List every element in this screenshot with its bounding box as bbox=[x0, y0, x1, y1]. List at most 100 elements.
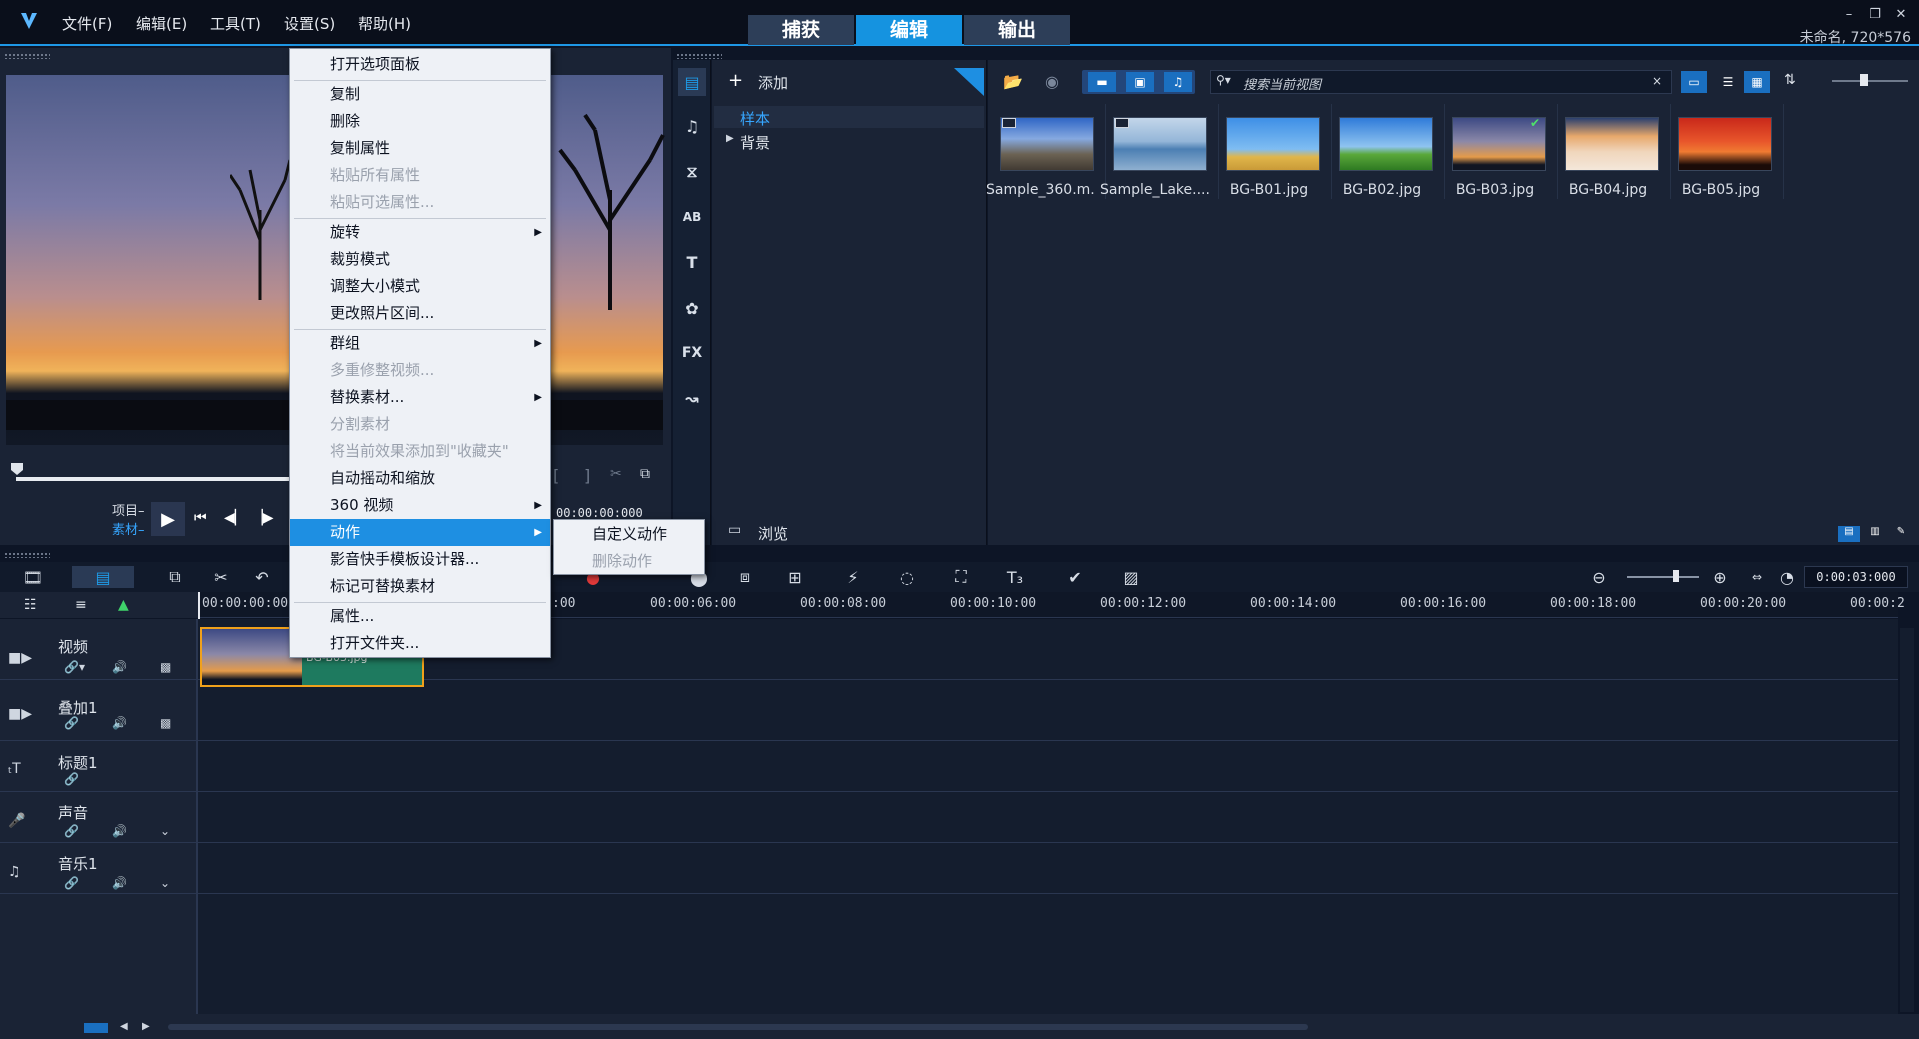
import-folder-icon[interactable]: 📂 bbox=[1003, 72, 1023, 91]
split-clip-icon[interactable]: ✂ bbox=[610, 466, 622, 482]
ctx-auto-pan-zoom[interactable]: 自动摇动和缩放 bbox=[290, 465, 550, 492]
ctx-change-photo-duration[interactable]: 更改照片区间... bbox=[290, 300, 550, 327]
add-folder-button[interactable]: 添加 bbox=[758, 72, 788, 93]
timeline-view-icon[interactable]: ▤ bbox=[72, 566, 134, 588]
ctx-template-designer[interactable]: 影音快手模板设计器... bbox=[290, 546, 550, 573]
sub-custom-motion[interactable]: 自定义动作 bbox=[554, 521, 704, 548]
capture-icon[interactable]: ◉ bbox=[1045, 72, 1059, 91]
menu-tools[interactable]: 工具(T) bbox=[210, 13, 261, 34]
ctx-resize-mode[interactable]: 调整大小模式 bbox=[290, 273, 550, 300]
prev-frame-icon[interactable]: ◀▏ bbox=[224, 510, 246, 526]
list-view-icon[interactable]: ☰ bbox=[1715, 71, 1741, 93]
ripple-link-icon-2[interactable]: 🔗 bbox=[64, 716, 79, 730]
thumb-size-slider[interactable] bbox=[1832, 80, 1908, 82]
scroll-left-icon[interactable]: ◀ bbox=[120, 1021, 128, 1032]
instant-project-icon[interactable]: ♫ bbox=[678, 112, 706, 140]
fx-icon[interactable]: FX bbox=[678, 339, 706, 367]
ripple-link-icon[interactable]: 🔗▾ bbox=[64, 660, 85, 674]
motion-track-icon[interactable]: ⚡ bbox=[840, 566, 866, 588]
play-button[interactable]: ▶ bbox=[151, 502, 185, 536]
layout-icon[interactable]: ▥ bbox=[1864, 526, 1886, 542]
go-start-icon[interactable]: ⏮ bbox=[194, 510, 207, 526]
mosaic-icon-2[interactable]: ▩ bbox=[160, 716, 171, 730]
scroll-indicator-icon[interactable] bbox=[84, 1023, 108, 1033]
track-manager-icon[interactable]: ☷ bbox=[24, 597, 37, 613]
scrubber-handle-icon[interactable] bbox=[10, 461, 24, 475]
browse-icon[interactable]: ▭ bbox=[728, 522, 741, 538]
chapter-icon[interactable]: ≡ bbox=[75, 597, 87, 613]
clip-label[interactable]: 素材 bbox=[112, 523, 138, 538]
subtitle-icon[interactable]: ⧈ bbox=[732, 566, 758, 588]
mark-out-icon[interactable]: ] bbox=[584, 466, 590, 485]
ripple-link-icon-3[interactable]: 🔗 bbox=[64, 772, 79, 786]
expand-arrow-icon[interactable]: ▶ bbox=[726, 133, 734, 144]
mask-icon[interactable]: ◌ bbox=[894, 566, 920, 588]
transition-icon[interactable]: ⧖ bbox=[678, 158, 706, 186]
ctx-motion[interactable]: 动作 ▶ bbox=[290, 519, 550, 546]
thumb-bg-b02[interactable] bbox=[1339, 117, 1433, 171]
add-marker-icon[interactable]: ▲ bbox=[118, 597, 129, 613]
ripple-link-icon-5[interactable]: 🔗 bbox=[64, 876, 79, 890]
timeline-grip[interactable] bbox=[4, 552, 50, 558]
library-grip[interactable] bbox=[676, 53, 722, 59]
split-screen-icon[interactable]: ▨ bbox=[1118, 566, 1144, 588]
fit-project-icon[interactable]: ⇔ bbox=[1744, 566, 1770, 588]
folder-item-backgrounds[interactable]: 背景 bbox=[740, 132, 770, 153]
menu-help[interactable]: 帮助(H) bbox=[358, 13, 411, 34]
thumb-bg-b05[interactable] bbox=[1678, 117, 1772, 171]
mark-in-icon[interactable]: [ bbox=[553, 466, 559, 485]
zoom-out-icon[interactable]: ⊖ bbox=[1586, 566, 1612, 588]
menu-edit[interactable]: 编辑(E) bbox=[136, 13, 187, 34]
tab-share[interactable]: 输出 bbox=[964, 15, 1070, 45]
next-frame-icon[interactable]: ▕▶ bbox=[252, 510, 274, 526]
expand-icon-4[interactable]: ⌄ bbox=[160, 824, 170, 838]
thumb-bg-b01[interactable] bbox=[1226, 117, 1320, 171]
graphics-icon[interactable]: ✿ bbox=[678, 294, 706, 322]
thumb-view-icon[interactable]: ▭ bbox=[1681, 71, 1707, 93]
zoom-handle[interactable] bbox=[1673, 570, 1679, 582]
timeline-v-scrollbar[interactable] bbox=[1900, 628, 1914, 1012]
tools-icon[interactable]: ✂ bbox=[208, 566, 234, 588]
restore-icon[interactable]: ❐ bbox=[1867, 8, 1883, 22]
ctx-open-options[interactable]: 打开选项面板 bbox=[290, 51, 550, 78]
tab-edit[interactable]: 编辑 bbox=[856, 15, 962, 45]
browse-button[interactable]: 浏览 bbox=[758, 523, 788, 544]
search-input[interactable]: 搜索当前视图 bbox=[1243, 74, 1321, 93]
scrub-bar[interactable] bbox=[16, 477, 294, 481]
timeline-h-scrollbar[interactable] bbox=[168, 1024, 1308, 1030]
panorama-icon[interactable]: ⛶ bbox=[948, 566, 974, 588]
video-filter-icon[interactable]: ▬ bbox=[1088, 72, 1116, 92]
ctx-rotate[interactable]: 旋转 ▶ bbox=[290, 219, 550, 246]
panel-grip[interactable] bbox=[4, 53, 50, 59]
thumb-size-handle[interactable] bbox=[1860, 74, 1868, 86]
undo-icon[interactable]: ↶ bbox=[249, 566, 275, 588]
add-icon[interactable]: + bbox=[728, 70, 743, 91]
mute-icon-5[interactable]: 🔊 bbox=[112, 876, 127, 890]
ctx-group[interactable]: 群组 ▶ bbox=[290, 330, 550, 357]
edit-icon[interactable]: ✎ bbox=[1890, 526, 1912, 542]
zoom-in-icon[interactable]: ⊕ bbox=[1707, 566, 1733, 588]
expand-icon-5[interactable]: ⌄ bbox=[160, 876, 170, 890]
sort-icon[interactable]: ⇅ bbox=[1784, 72, 1796, 88]
motion-path-icon[interactable]: ↝ bbox=[678, 384, 706, 412]
title-template-icon[interactable]: AB bbox=[678, 203, 706, 231]
scroll-right-icon[interactable]: ▶ bbox=[142, 1021, 150, 1032]
menu-file[interactable]: 文件(F) bbox=[62, 13, 112, 34]
media-icon[interactable]: ▤ bbox=[678, 68, 706, 96]
ctx-open-folder[interactable]: 打开文件夹... bbox=[290, 630, 550, 657]
ctx-copy-attributes[interactable]: 复制属性 bbox=[290, 135, 550, 162]
minimize-icon[interactable]: – bbox=[1841, 8, 1857, 22]
close-icon[interactable]: ✕ bbox=[1893, 8, 1909, 22]
mosaic-icon[interactable]: ▩ bbox=[160, 660, 171, 674]
storyboard-view-icon[interactable]: 🎞 bbox=[20, 566, 46, 588]
project-label[interactable]: 项目 bbox=[112, 504, 138, 519]
grid-view-icon[interactable]: ▦ bbox=[1744, 71, 1770, 93]
photo-filter-icon[interactable]: ▣ bbox=[1126, 72, 1154, 92]
clip-mode-label[interactable]: 素材– bbox=[112, 519, 145, 538]
ctx-delete[interactable]: 删除 bbox=[290, 108, 550, 135]
enlarge-icon[interactable]: ⧉ bbox=[640, 466, 650, 482]
project-mode-label[interactable]: 项目– bbox=[112, 500, 145, 519]
options-panel-icon[interactable]: ▤ bbox=[1838, 526, 1860, 542]
ctx-replace-clip[interactable]: 替换素材... ▶ bbox=[290, 384, 550, 411]
multicam-icon[interactable]: ⊞ bbox=[782, 566, 808, 588]
